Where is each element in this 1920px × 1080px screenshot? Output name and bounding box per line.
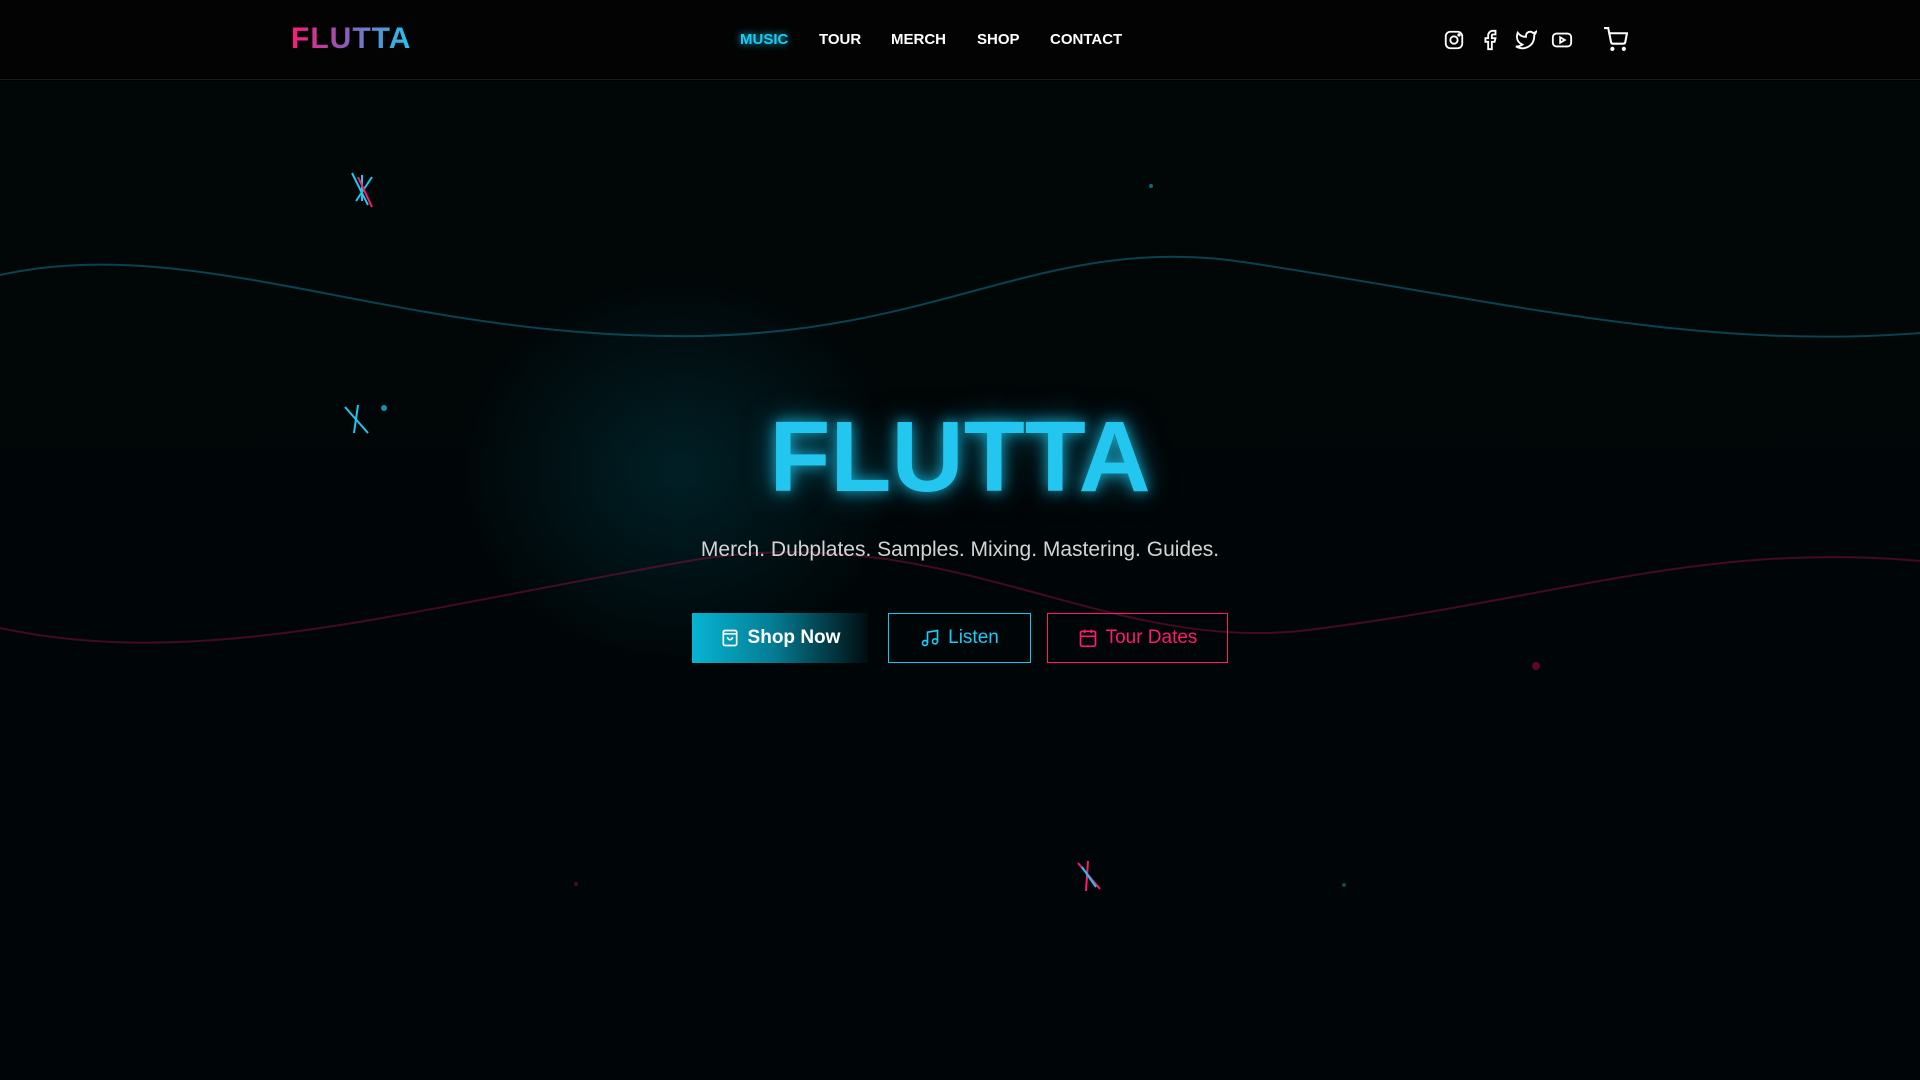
hero-title: FLUTTA bbox=[769, 401, 1151, 513]
music-note-icon bbox=[921, 629, 939, 647]
nav-shop[interactable]: SHOP bbox=[977, 31, 1020, 48]
shop-now-label: Shop Now bbox=[747, 627, 841, 648]
shop-now-button[interactable]: Shop Now bbox=[692, 613, 868, 663]
logo[interactable]: FLUTTA bbox=[291, 22, 411, 56]
nav-merch[interactable]: MERCH bbox=[891, 31, 946, 48]
calendar-icon bbox=[1079, 629, 1096, 648]
listen-label: Listen bbox=[948, 627, 999, 648]
nav-music[interactable]: MUSIC bbox=[740, 31, 788, 48]
site-header: FLUTTA MUSIC TOUR MERCH SHOP CONTACT bbox=[0, 0, 1920, 80]
hero-subtitle: Merch. Dubplates. Samples. Mixing. Maste… bbox=[700, 538, 1220, 561]
sparkle-icon bbox=[344, 172, 1101, 892]
tour-dates-button[interactable]: Tour Dates bbox=[1047, 613, 1228, 663]
nav-contact[interactable]: CONTACT bbox=[1050, 31, 1122, 48]
instagram-icon[interactable] bbox=[1443, 29, 1465, 51]
facebook-icon[interactable] bbox=[1479, 29, 1501, 51]
listen-button[interactable]: Listen bbox=[888, 613, 1031, 663]
twitter-icon[interactable] bbox=[1515, 29, 1537, 51]
tour-dates-label: Tour Dates bbox=[1105, 627, 1198, 648]
hero-section bbox=[0, 81, 1920, 1080]
background-waves bbox=[0, 172, 1920, 892]
nav-tour[interactable]: TOUR bbox=[819, 31, 861, 48]
youtube-icon[interactable] bbox=[1551, 29, 1573, 51]
cart-icon[interactable] bbox=[1603, 27, 1628, 52]
shopping-bag-icon bbox=[722, 629, 738, 647]
